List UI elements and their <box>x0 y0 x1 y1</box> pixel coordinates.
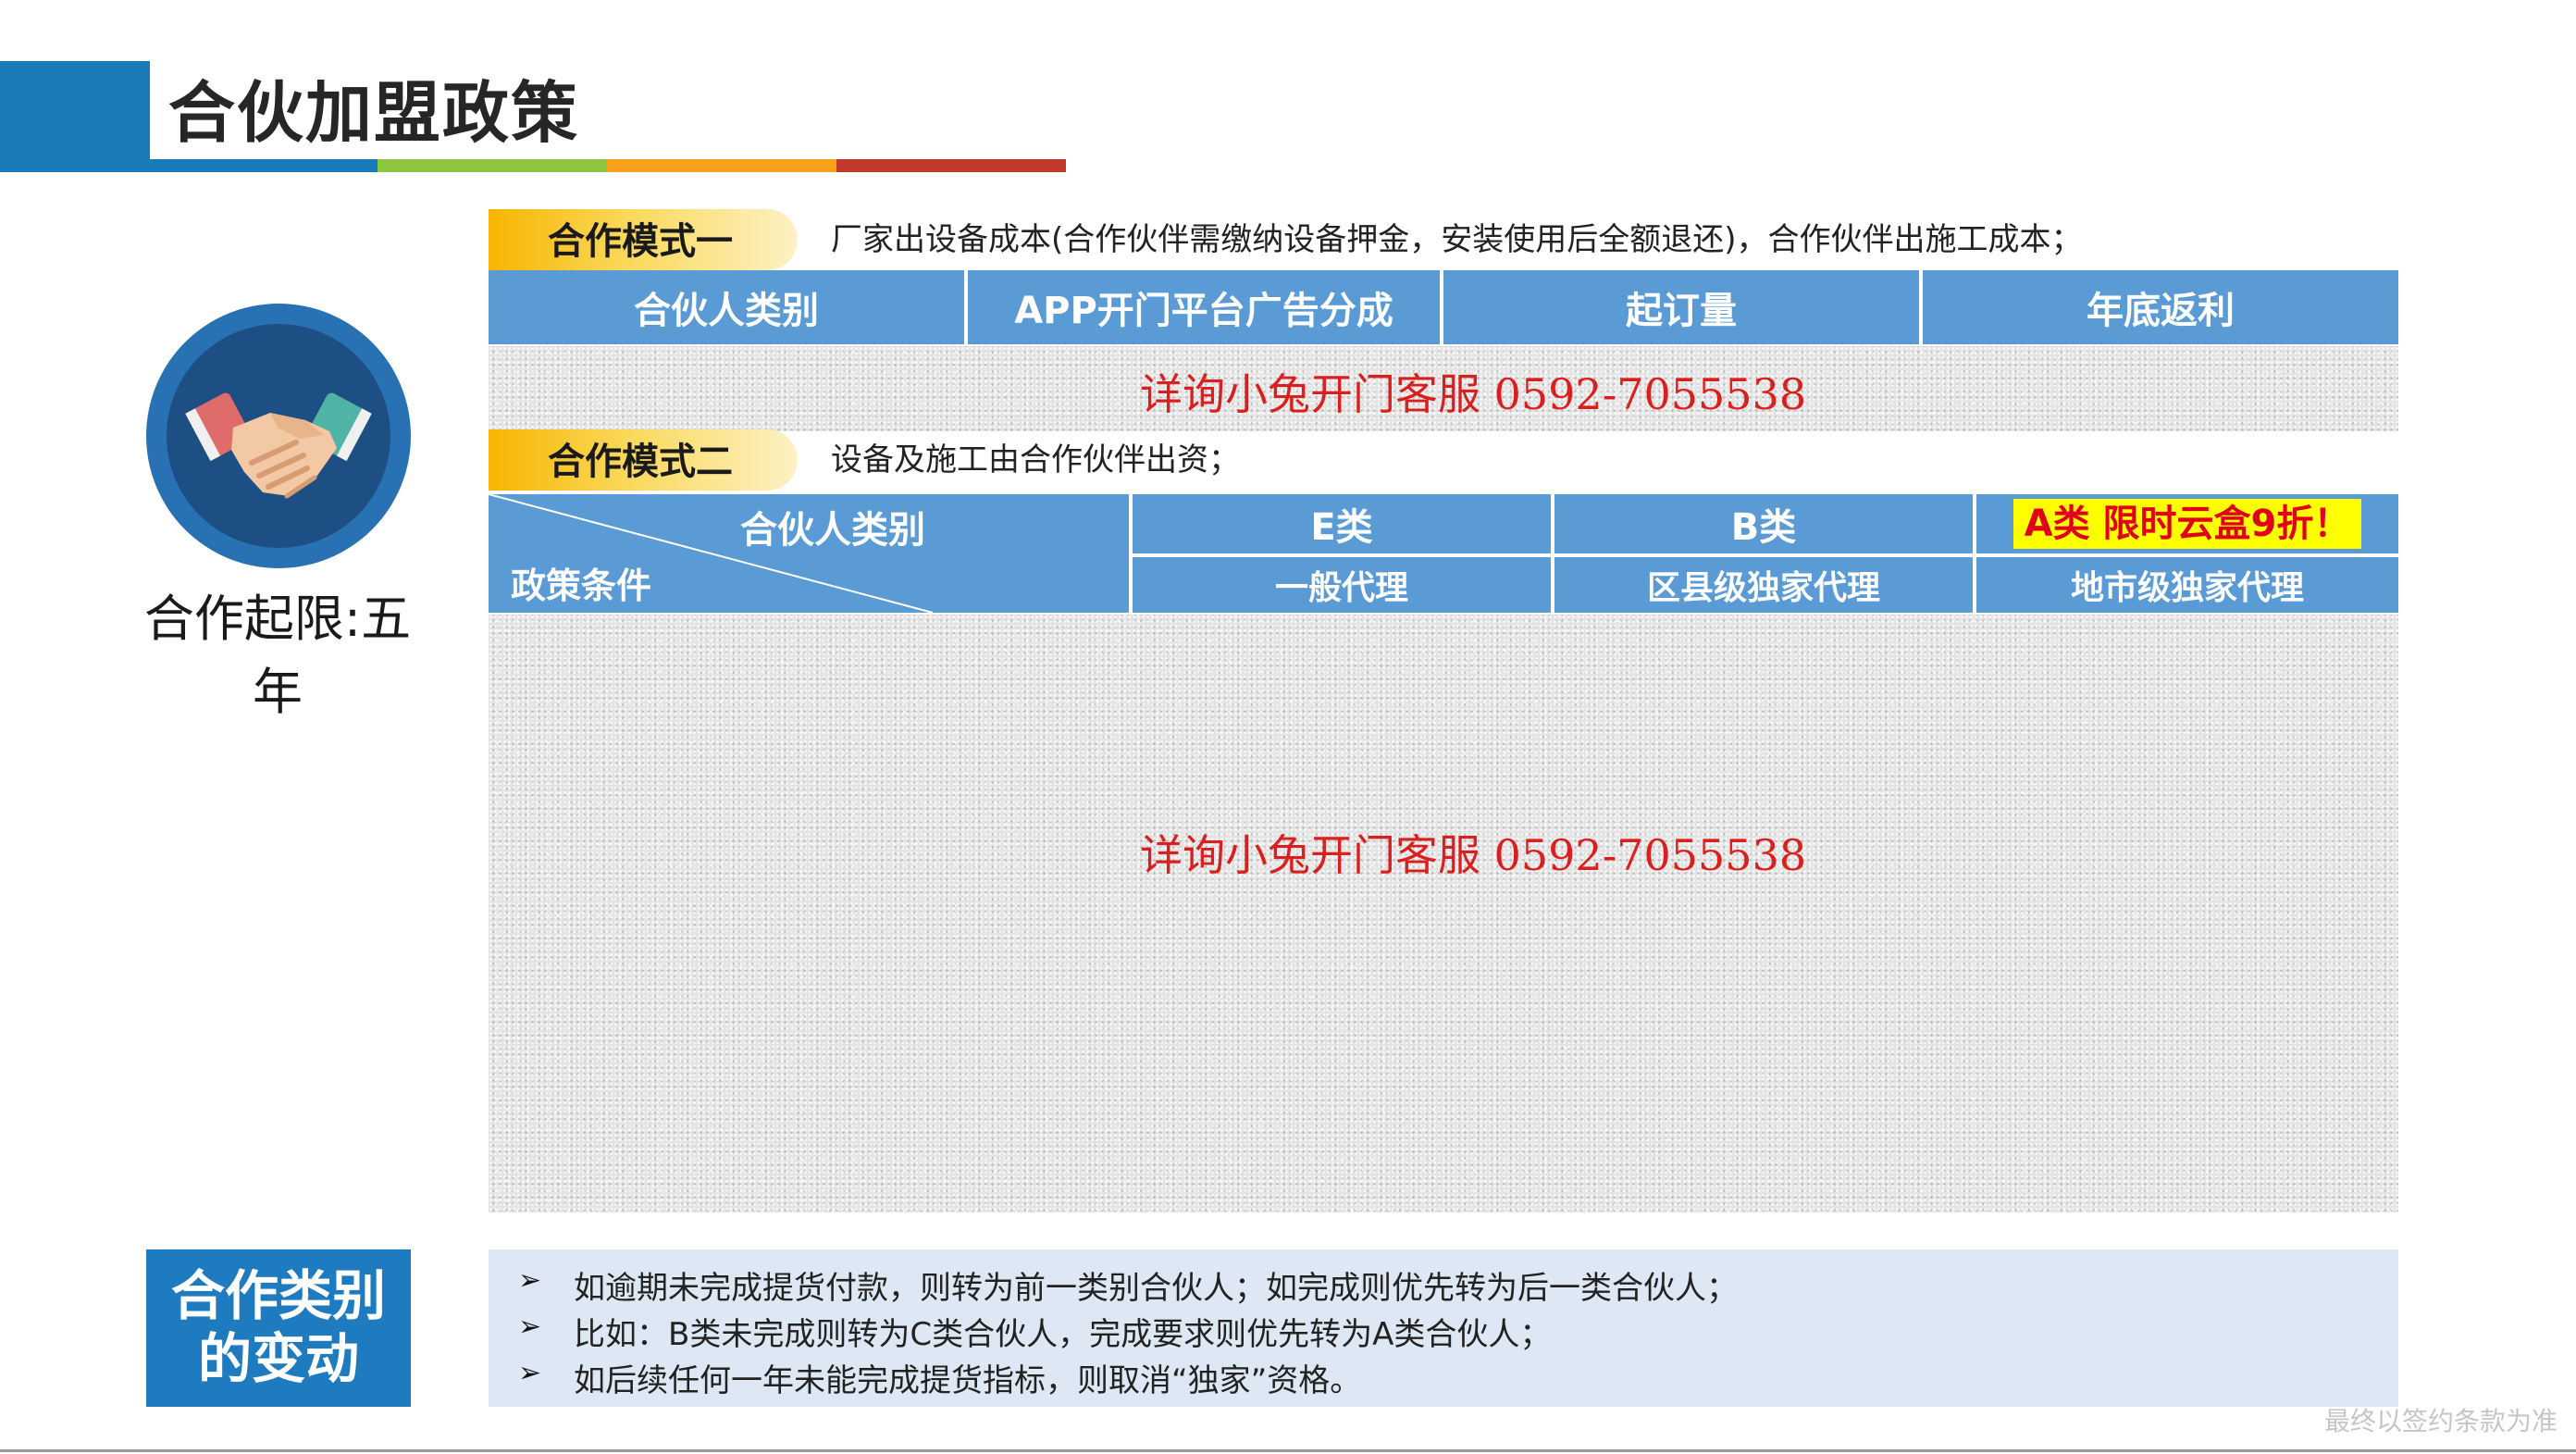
class-a-promo-badge: A类 限时云盒9折！ <box>2012 499 2362 549</box>
title-accent-block <box>0 61 150 172</box>
category-change-title-line1: 合作类别 <box>170 1264 386 1327</box>
mode1-col-annual-rebate: 年底返利 <box>1923 270 2398 344</box>
mode1-col-partner-type: 合伙人类别 <box>489 270 964 344</box>
corner-bottom-label: 政策条件 <box>511 565 652 606</box>
cooperation-term: 合作起限:五年 <box>143 590 412 721</box>
class-b-cell: B类 <box>1554 494 1973 553</box>
accent-stripe-red <box>836 159 1066 172</box>
bullet-arrow-icon: ➢ <box>518 1357 542 1389</box>
title-underline <box>0 159 378 172</box>
category-change-title-line2: 的变动 <box>197 1327 359 1390</box>
type-city-exclusive: 地市级独家代理 <box>1976 557 2398 613</box>
category-change-title: 合作类别 的变动 <box>146 1249 411 1407</box>
mode2-description: 设备及施工由合作伙伴出资； <box>831 441 1240 478</box>
class-e-cell: E类 <box>1133 494 1551 553</box>
mode1-contact-info: 详询小兔开门客服 0592-7055538 <box>1140 369 1807 419</box>
mode1-col-ad-share: APP开门平台广告分成 <box>968 270 1440 344</box>
accent-stripe-green <box>378 159 607 172</box>
class-a-cell: A类 限时云盒9折！ <box>1976 494 2398 553</box>
mode2-label: 合作模式二 <box>548 441 733 483</box>
bullet-arrow-icon: ➢ <box>518 1311 542 1343</box>
handshake-icon <box>185 392 372 499</box>
type-general-agent: 一般代理 <box>1133 557 1551 613</box>
note-item: 如后续任何一年未能完成提货指标，则取消“独家”资格。 <box>574 1362 1362 1399</box>
footer-disclaimer: 最终以签约条款为准 <box>2323 1406 2557 1436</box>
mode2-contact-info: 详询小兔开门客服 0592-7055538 <box>1140 830 1807 880</box>
page-title: 合伙加盟政策 <box>168 74 580 152</box>
footer-divider <box>0 1449 2576 1452</box>
mode1-col-min-order: 起订量 <box>1443 270 1919 344</box>
type-county-exclusive: 区县级独家代理 <box>1554 557 1973 613</box>
note-item: 如逾期未完成提货付款，则转为前一类别合伙人；如完成则优先转为后一类合伙人； <box>574 1270 1738 1307</box>
mode1-description: 厂家出设备成本(合作伙伴需缴纳设备押金，安装使用后全额退还)，合作伙伴出施工成本… <box>831 221 2083 258</box>
mode2-redacted-body <box>489 615 2398 1212</box>
bullet-arrow-icon: ➢ <box>518 1264 542 1297</box>
mode1-label: 合作模式一 <box>548 220 733 263</box>
corner-top-label: 合伙人类别 <box>740 509 925 552</box>
note-item: 比如：B类未完成则转为C类合伙人，完成要求则优先转为A类合伙人； <box>574 1316 1552 1353</box>
accent-stripe-orange <box>607 159 836 172</box>
